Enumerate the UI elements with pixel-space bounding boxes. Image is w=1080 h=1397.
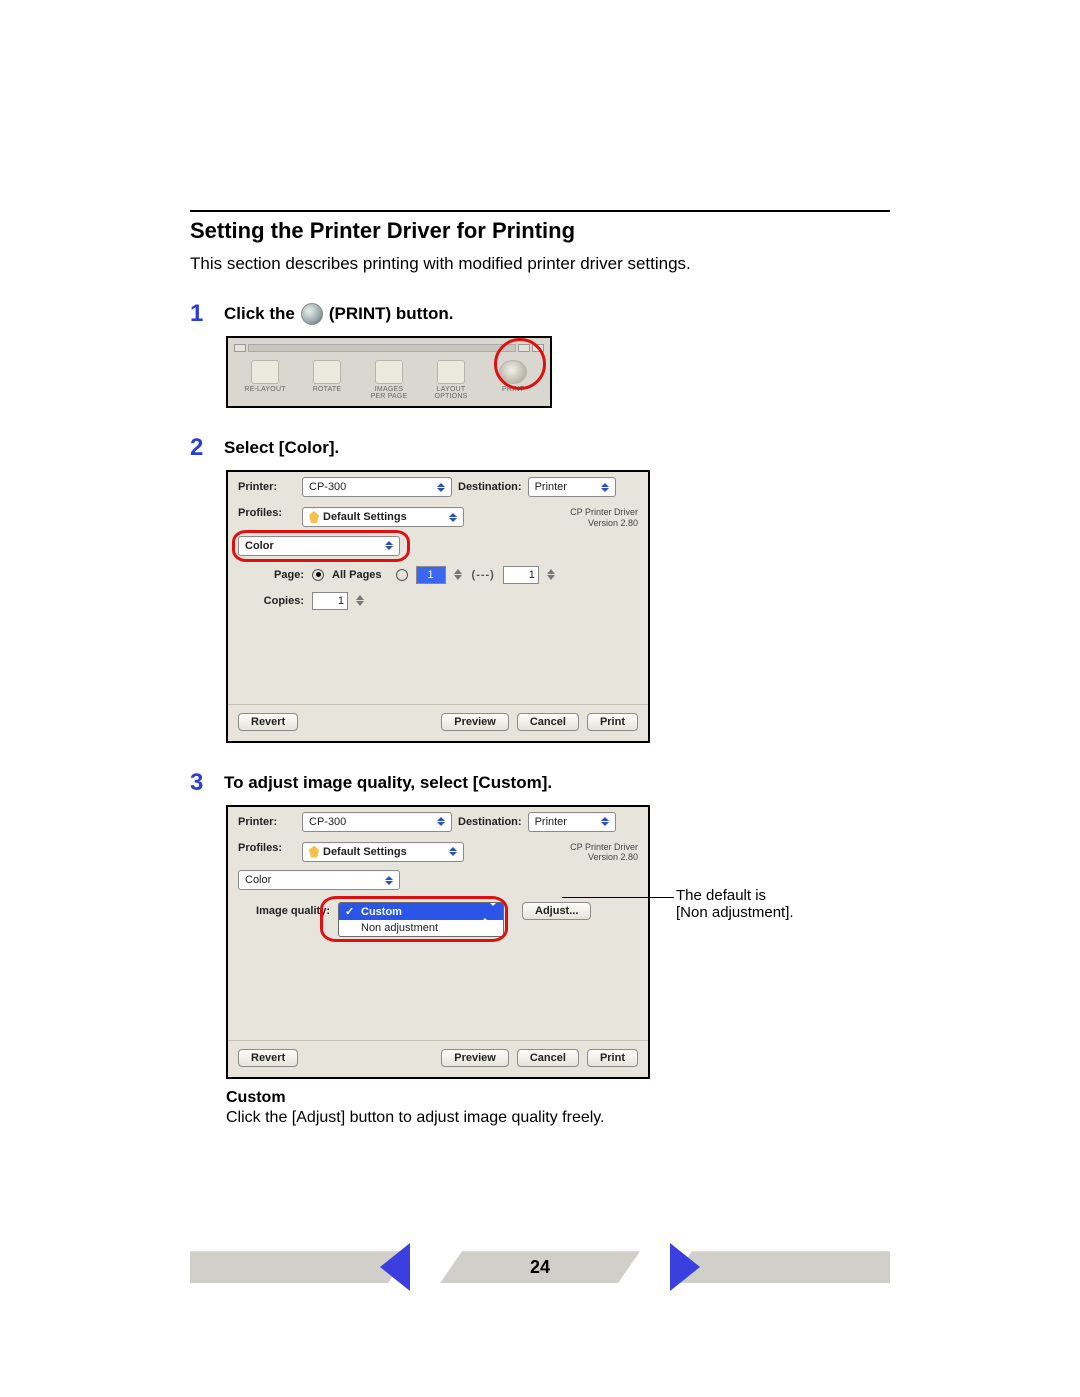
revert-button[interactable]: Revert bbox=[238, 713, 298, 731]
toolbar-print[interactable]: PRINT bbox=[482, 356, 544, 402]
section-heading: Setting the Printer Driver for Printing bbox=[190, 218, 890, 244]
range-dashes: (---) bbox=[472, 569, 495, 581]
step1-post: (PRINT) button. bbox=[329, 304, 454, 324]
custom-text: Click the [Adjust] button to adjust imag… bbox=[226, 1109, 890, 1127]
copies-stepper[interactable] bbox=[356, 595, 366, 606]
step-number: 1 bbox=[190, 300, 210, 328]
page-content: Setting the Printer Driver for Printing … bbox=[190, 0, 890, 1357]
intro-text: This section describes printing with mod… bbox=[190, 254, 890, 274]
print-dialog-1: Printer: CP-300 Destination: Printer Pro… bbox=[226, 470, 650, 743]
custom-heading: Custom bbox=[226, 1089, 890, 1107]
toolbar-relayout[interactable]: RE-LAYOUT bbox=[234, 356, 296, 402]
image-quality-select[interactable]: ✓ Custom Non adjustment bbox=[338, 902, 504, 937]
step-1: 1 Click the (PRINT) button. RE-LAYOUT RO… bbox=[190, 300, 890, 408]
step-number: 3 bbox=[190, 769, 210, 797]
step-3: 3 To adjust image quality, select [Custo… bbox=[190, 769, 890, 1128]
profiles-label: Profiles: bbox=[238, 507, 296, 519]
step1-pre: Click the bbox=[224, 304, 295, 324]
preview-button[interactable]: Preview bbox=[441, 713, 509, 731]
printer-select[interactable]: CP-300 bbox=[302, 477, 452, 497]
print-button[interactable]: Print bbox=[587, 1049, 638, 1067]
profile-icon bbox=[309, 846, 319, 858]
scrollbar bbox=[234, 344, 544, 352]
all-pages-text: All Pages bbox=[332, 569, 382, 581]
radio-range[interactable] bbox=[396, 569, 408, 581]
callout-leader-line bbox=[562, 897, 674, 898]
profile-icon bbox=[309, 511, 319, 523]
cancel-button[interactable]: Cancel bbox=[517, 1049, 579, 1067]
toolbar-images-per-page[interactable]: IMAGESPER PAGE bbox=[358, 356, 420, 402]
toolbar-figure: RE-LAYOUT ROTATE IMAGESPER PAGE LAYOUTOP… bbox=[226, 336, 552, 408]
custom-note: Custom Click the [Adjust] button to adju… bbox=[226, 1089, 890, 1127]
toolbar-layout-options[interactable]: LAYOUTOPTIONS bbox=[420, 356, 482, 402]
profiles-label: Profiles: bbox=[238, 842, 296, 854]
option-custom[interactable]: ✓ Custom bbox=[339, 903, 503, 920]
step-number: 2 bbox=[190, 434, 210, 462]
step-instruction: Click the (PRINT) button. bbox=[224, 303, 454, 325]
destination-select[interactable]: Printer bbox=[528, 477, 616, 497]
page-from-stepper[interactable] bbox=[454, 569, 464, 580]
driver-info: CP Printer Driver Version 2.80 bbox=[570, 842, 638, 864]
checkmark-icon: ✓ bbox=[345, 905, 355, 918]
destination-label: Destination: bbox=[458, 816, 522, 828]
driver-info: CP Printer Driver Version 2.80 bbox=[570, 507, 638, 529]
copies-value[interactable]: 1 bbox=[312, 592, 348, 610]
page-to[interactable]: 1 bbox=[503, 566, 539, 584]
revert-button[interactable]: Revert bbox=[238, 1049, 298, 1067]
next-page-arrow[interactable] bbox=[670, 1243, 700, 1291]
top-rule bbox=[190, 210, 890, 212]
step-instruction: Select [Color]. bbox=[224, 438, 339, 458]
preview-button[interactable]: Preview bbox=[441, 1049, 509, 1067]
copies-label: Copies: bbox=[242, 595, 304, 607]
printer-label: Printer: bbox=[238, 481, 296, 493]
step-instruction: To adjust image quality, select [Custom]… bbox=[224, 773, 552, 793]
profiles-select[interactable]: Default Settings bbox=[302, 507, 464, 527]
page-from[interactable]: 1 bbox=[416, 566, 446, 584]
page-label: Page: bbox=[242, 569, 304, 581]
page-to-stepper[interactable] bbox=[547, 569, 557, 580]
page-nav: 24 bbox=[190, 1237, 890, 1297]
callout-text: The default is [Non adjustment]. bbox=[676, 887, 866, 921]
print-button[interactable]: Print bbox=[587, 713, 638, 731]
print-dialog-2: Printer: CP-300 Destination: Printer Pro… bbox=[226, 805, 650, 1080]
prev-page-arrow[interactable] bbox=[380, 1243, 410, 1291]
panel-select-color[interactable]: Color bbox=[238, 870, 400, 890]
option-non-adjustment[interactable]: Non adjustment bbox=[339, 920, 503, 936]
page-number: 24 bbox=[530, 1257, 550, 1278]
cancel-button[interactable]: Cancel bbox=[517, 713, 579, 731]
panel-select-color[interactable]: Color bbox=[238, 536, 400, 556]
step-2: 2 Select [Color]. Printer: CP-300 Destin… bbox=[190, 434, 890, 743]
profiles-select[interactable]: Default Settings bbox=[302, 842, 464, 862]
radio-all-pages[interactable] bbox=[312, 569, 324, 581]
print-globe-icon bbox=[301, 303, 323, 325]
printer-select[interactable]: CP-300 bbox=[302, 812, 452, 832]
toolbar-rotate[interactable]: ROTATE bbox=[296, 356, 358, 402]
destination-select[interactable]: Printer bbox=[528, 812, 616, 832]
adjust-button[interactable]: Adjust... bbox=[522, 902, 591, 920]
printer-label: Printer: bbox=[238, 816, 296, 828]
image-quality-label: Image quality: bbox=[242, 902, 330, 917]
destination-label: Destination: bbox=[458, 481, 522, 493]
